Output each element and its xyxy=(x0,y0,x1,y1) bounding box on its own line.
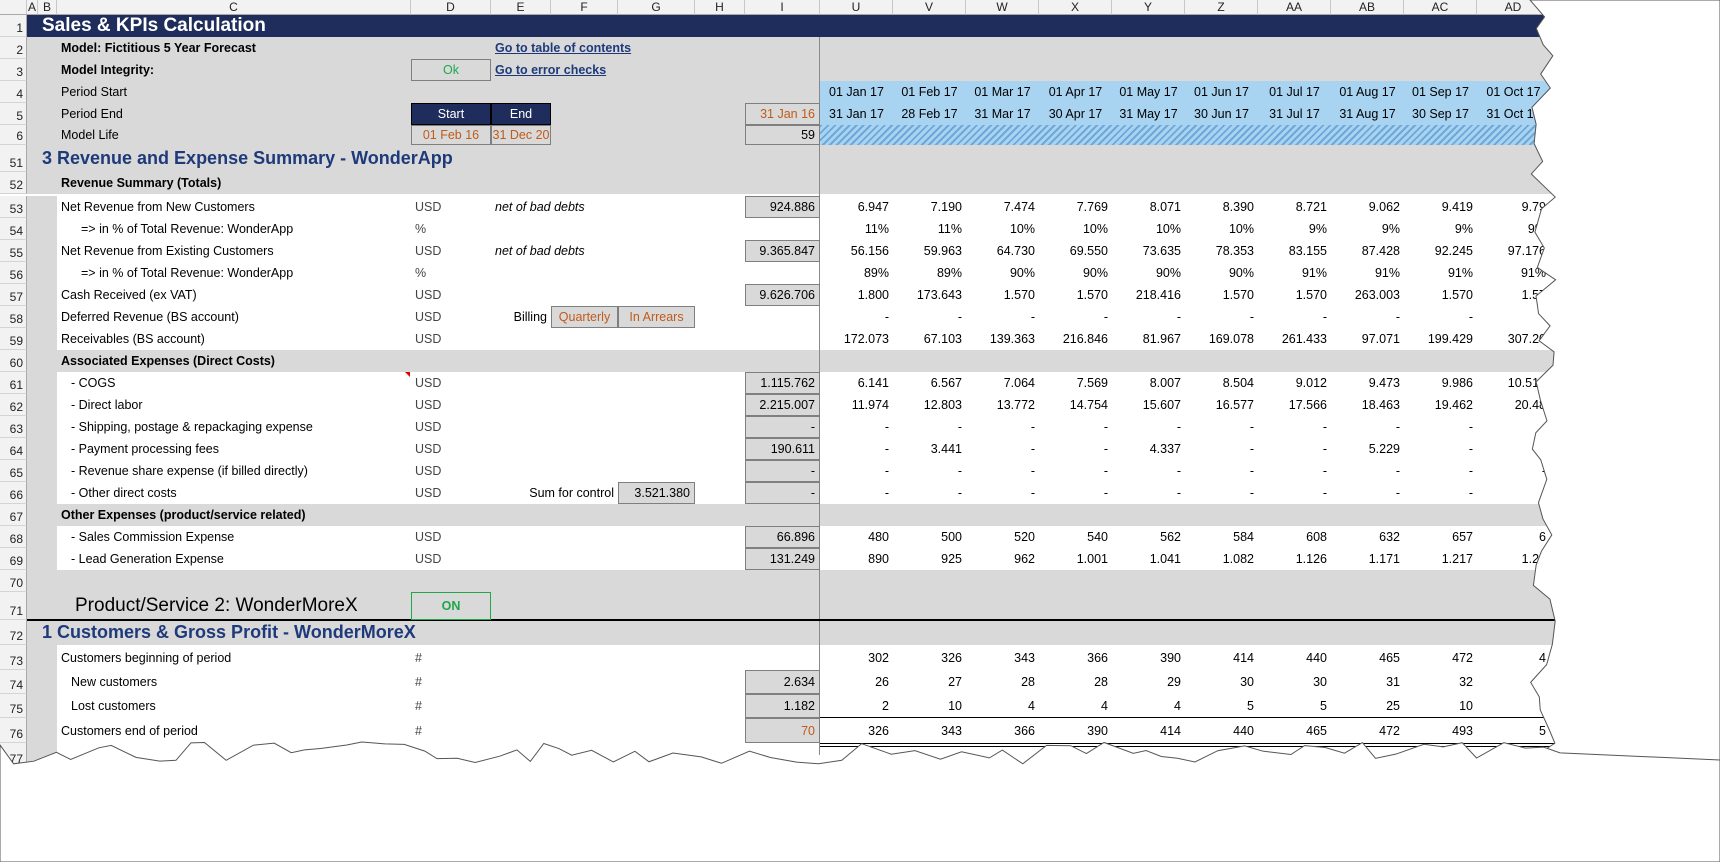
torn-right-edge xyxy=(1529,0,1720,761)
cell-grid: A B C D E F G H I U V W X Y Z AA AB AC AD 1 2 3 4 5 6 51 52 53 54 55 5… xyxy=(0,0,1720,862)
spreadsheet: A B C D E F G H I U V W X Y Z AA AB AC AD 1 2 3 4 5 6 51 52 53 54 55 5… xyxy=(0,0,1720,862)
torn-bottom-edge xyxy=(0,741,1720,862)
torn-edge-frame xyxy=(0,0,1720,862)
